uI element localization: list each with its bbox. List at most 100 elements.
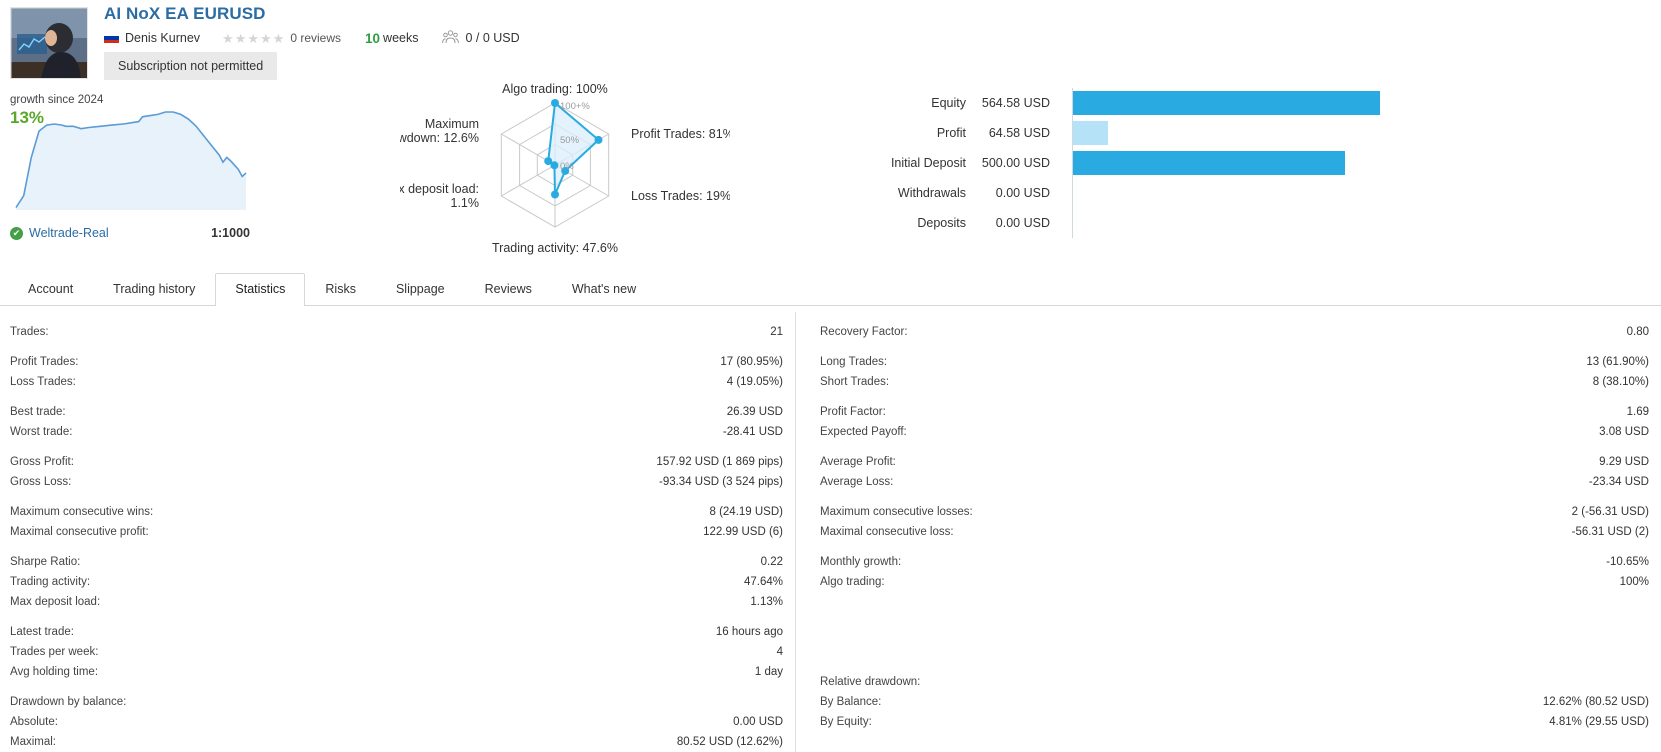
star-icon: ★ xyxy=(247,30,260,46)
stat-value: 2 (-56.31 USD) xyxy=(1571,506,1649,518)
stat-label: Average Loss: xyxy=(820,476,894,488)
stat-label: Maximal consecutive loss: xyxy=(820,526,954,538)
stat-label: Gross Loss: xyxy=(10,476,72,488)
bar-track xyxy=(1072,118,1380,148)
stat-label: Best trade: xyxy=(10,406,66,418)
stat-value: 9.29 USD xyxy=(1599,456,1649,468)
stat-row: Drawdown by balance: xyxy=(0,692,795,712)
stat-value: 8 (38.10%) xyxy=(1592,376,1649,388)
stat-label: Latest trade: xyxy=(10,626,74,638)
row-spacer xyxy=(810,442,1661,452)
leverage-value: 1:1000 xyxy=(211,226,250,240)
stat-label: Profit Trades: xyxy=(10,356,79,368)
page-title[interactable]: AI NoX EA EURUSD xyxy=(104,4,266,24)
stat-row: Relative drawdown: xyxy=(810,672,1661,692)
stat-row-blank xyxy=(810,622,1661,642)
stat-label: Max deposit load: xyxy=(10,596,101,608)
stat-value: 0.80 xyxy=(1626,326,1649,338)
bar-row: Initial Deposit 500.00 USD xyxy=(860,148,1380,178)
subscription-button[interactable]: Subscription not permitted xyxy=(104,52,278,80)
author-name[interactable]: Denis Kurnev xyxy=(125,31,200,45)
tab-account[interactable]: Account xyxy=(8,273,93,305)
bar-value: 64.58 USD xyxy=(988,126,1050,140)
tab-risks[interactable]: Risks xyxy=(305,273,376,305)
radar-axis-label: Trading activity: 47.6% xyxy=(492,241,618,255)
stat-row: Profit Factor: 1.69 xyxy=(810,402,1661,422)
rating-stars[interactable]: ★ ★ ★ ★ ★ xyxy=(222,32,284,45)
statistics-left-column: Trades: 21 Profit Trades: 17 (80.95%) Loss T… xyxy=(0,312,795,752)
stat-value: 26.39 USD xyxy=(726,406,783,418)
profile-header: AI NoX EA EURUSD Denis Kurnev ★ ★ ★ ★ ★ … xyxy=(0,0,1661,256)
row-spacer xyxy=(0,542,795,552)
stat-label: Algo trading: xyxy=(820,576,885,588)
stat-row: Short Trades: 8 (38.10%) xyxy=(810,372,1661,392)
bar-fill xyxy=(1073,91,1380,115)
stat-value: 80.52 USD (12.62%) xyxy=(676,736,783,748)
radar-point xyxy=(551,99,559,107)
growth-chart[interactable] xyxy=(8,100,258,220)
stat-row: Trades per week: 4 xyxy=(0,642,795,662)
bar-value: 500.00 USD xyxy=(981,156,1050,170)
stat-row: Profit Trades: 17 (80.95%) xyxy=(0,352,795,372)
tab-bar[interactable]: Account Trading history Statistics Risks Sli… xyxy=(0,270,1661,306)
bar-label: Profit xyxy=(936,126,966,140)
radar-ring-label: 0% xyxy=(560,161,574,172)
stat-value: 157.92 USD (1 869 pips) xyxy=(656,456,783,468)
stat-label: Trading activity: xyxy=(10,576,91,588)
stat-value: 1.69 xyxy=(1626,406,1649,418)
stat-row: Average Profit: 9.29 USD xyxy=(810,452,1661,472)
stat-row: Recovery Factor: 0.80 xyxy=(810,322,1661,342)
stat-value: 8 (24.19 USD) xyxy=(709,506,783,518)
statistics-right-column: Recovery Factor: 0.80 Long Trades: 13 (61.9… xyxy=(795,312,1661,752)
radar-axis-label: Profit Trades: 81% xyxy=(631,127,730,141)
subscribers-icon xyxy=(442,29,460,47)
tab-slippage[interactable]: Slippage xyxy=(376,273,465,305)
stat-row: Avg holding time: 1 day xyxy=(0,662,795,682)
stat-row: Loss Trades: 4 (19.05%) xyxy=(0,372,795,392)
stat-value: -23.34 USD xyxy=(1588,476,1649,488)
row-spacer xyxy=(810,662,1661,672)
stat-row-blank xyxy=(810,642,1661,662)
statistics-panel: Trades: 21 Profit Trades: 17 (80.95%) Loss T… xyxy=(0,312,1661,752)
tab-reviews[interactable]: Reviews xyxy=(465,273,552,305)
bar-row: Profit 64.58 USD xyxy=(860,118,1380,148)
radar-chart: 100+% 50% 0% Algo trading: 100% Profit Trade… xyxy=(400,82,730,255)
stat-value: 13 (61.90%) xyxy=(1586,356,1649,368)
stat-value: -28.41 USD xyxy=(722,426,783,438)
bar-track xyxy=(1072,148,1380,178)
row-spacer xyxy=(810,592,1661,602)
tab-statistics[interactable]: Statistics xyxy=(215,273,306,306)
stat-label: Maximum consecutive losses: xyxy=(820,506,973,518)
stat-label: Avg holding time: xyxy=(10,666,99,678)
account-row: ✔ Weltrade-Real 1:1000 xyxy=(10,226,260,240)
stat-value: 0.22 xyxy=(760,556,783,568)
stat-label: Relative drawdown: xyxy=(820,676,921,688)
tab-trading-history[interactable]: Trading history xyxy=(93,273,215,305)
stat-row: Gross Profit: 157.92 USD (1 869 pips) xyxy=(0,452,795,472)
stat-value: 122.99 USD (6) xyxy=(703,526,783,538)
stat-label: Profit Factor: xyxy=(820,406,886,418)
stat-row: Worst trade: -28.41 USD xyxy=(0,422,795,442)
stat-row: By Balance: 12.62% (80.52 USD) xyxy=(810,692,1661,712)
stat-value: 4 xyxy=(776,646,783,658)
stat-label: Gross Profit: xyxy=(10,456,74,468)
profile-meta-row: Denis Kurnev ★ ★ ★ ★ ★ 0 reviews 10 week… xyxy=(104,29,520,47)
stat-label: Absolute: xyxy=(10,716,58,728)
stat-row: Long Trades: 13 (61.90%) xyxy=(810,352,1661,372)
bar-value: 0.00 USD xyxy=(995,186,1050,200)
radar-axis-label: Maximumdrawdown: 12.6% xyxy=(400,117,479,145)
stat-label: Sharpe Ratio: xyxy=(10,556,81,568)
stat-row: Average Loss: -23.34 USD xyxy=(810,472,1661,492)
star-icon: ★ xyxy=(272,30,285,46)
radar-series xyxy=(547,101,601,195)
row-spacer xyxy=(810,542,1661,552)
stat-row: Algo trading: 100% xyxy=(810,572,1661,592)
tab-what-s-new[interactable]: What's new xyxy=(552,273,656,305)
stat-label: Maximal consecutive profit: xyxy=(10,526,149,538)
stat-row: Maximal consecutive profit: 122.99 USD (6… xyxy=(0,522,795,542)
stat-value: 12.62% (80.52 USD) xyxy=(1542,696,1649,708)
stat-label: Drawdown by balance: xyxy=(10,696,127,708)
radar-axis-label: Algo trading: 100% xyxy=(502,82,608,96)
russia-flag-icon xyxy=(104,33,119,43)
reviews-count[interactable]: 0 reviews xyxy=(290,31,341,45)
